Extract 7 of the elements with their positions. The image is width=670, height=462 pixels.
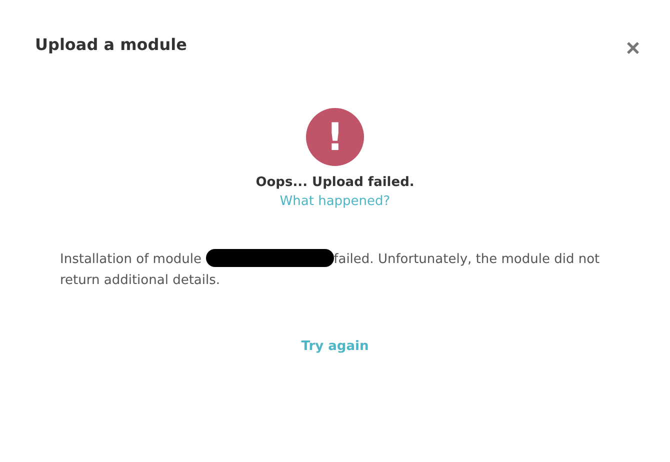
what-happened-link[interactable]: What happened? [280, 194, 390, 209]
dialog-title: Upload a module [35, 35, 187, 54]
error-icon: ! [306, 108, 364, 166]
error-heading: Oops... Upload failed. [256, 175, 414, 190]
close-button[interactable]: × [626, 37, 640, 61]
try-again-link[interactable]: Try again [301, 339, 369, 354]
error-message: Installation of module failed. Unfortunately, the module did not return additional details. [60, 249, 610, 291]
